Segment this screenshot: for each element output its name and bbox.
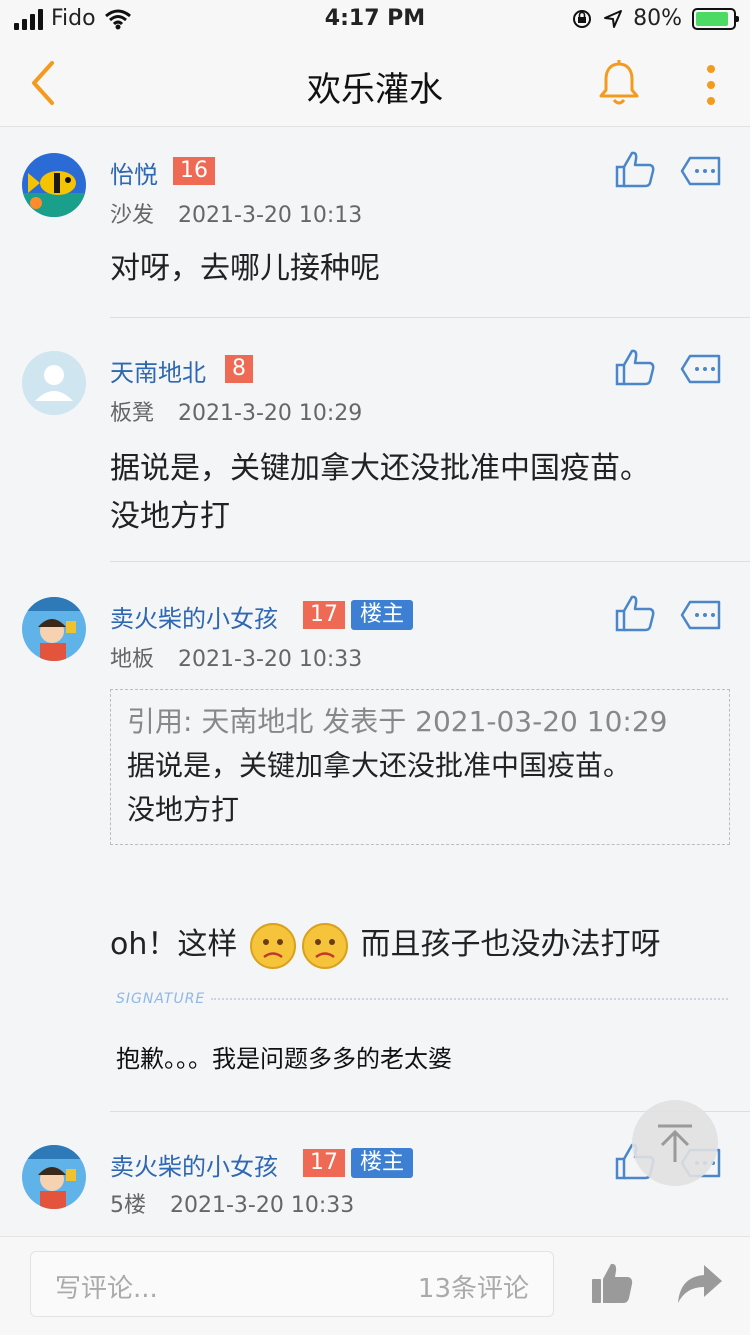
comment-text-part: 而且孩子也没办法打呀 xyxy=(360,927,661,962)
bottom-bar: 写评论... 13条评论 xyxy=(0,1236,750,1335)
reply-comment-icon[interactable] xyxy=(680,155,722,187)
timestamp: 2021-3-20 10:29 xyxy=(178,401,363,426)
comment-meta: 地板 2021-3-20 10:33 xyxy=(110,641,362,673)
level-badge: 8 xyxy=(225,355,253,383)
bell-icon[interactable] xyxy=(596,58,642,108)
avatar[interactable] xyxy=(22,153,86,217)
level-badge: 17 xyxy=(303,601,345,629)
battery-icon xyxy=(692,7,739,30)
owner-badge: 楼主 xyxy=(351,600,414,630)
arrow-up-icon xyxy=(658,1124,692,1162)
username[interactable]: 卖火柴的小女孩 xyxy=(110,599,278,634)
comment-meta: 板凳 2021-3-20 10:29 xyxy=(110,395,362,427)
quote-line: 没地方打 xyxy=(127,793,240,826)
username[interactable]: 怡悦 xyxy=(110,155,158,190)
comment-line: 据说是，关键加拿大还没批准中国疫苗。 xyxy=(110,451,650,486)
reply-comment-icon[interactable] xyxy=(680,353,722,385)
thumbs-up-icon[interactable] xyxy=(614,149,656,189)
sad-face-emoji-icon xyxy=(249,922,296,969)
floor-label: 沙发 xyxy=(110,203,155,228)
username[interactable]: 天南地北 xyxy=(110,353,206,388)
timestamp: 2021-3-20 10:13 xyxy=(178,203,363,228)
back-to-top-button[interactable] xyxy=(632,1100,718,1186)
avatar[interactable] xyxy=(22,597,86,661)
quote-line: 据说是，关键加拿大还没批准中国疫苗。 xyxy=(127,749,632,782)
timestamp: 2021-3-20 10:33 xyxy=(178,647,363,672)
divider xyxy=(110,561,750,562)
quote-header: 引用: 天南地北 发表于 2021-03-20 10:29 xyxy=(127,705,668,738)
comment-line: 没地方打 xyxy=(110,499,230,534)
comment-input[interactable]: 写评论... 13条评论 xyxy=(30,1251,554,1317)
floor-label: 板凳 xyxy=(110,401,155,426)
thumbs-up-icon[interactable] xyxy=(590,1261,634,1305)
signature-label: SIGNATURE xyxy=(116,991,206,1007)
avatar[interactable] xyxy=(22,351,86,415)
avatar[interactable] xyxy=(22,1145,86,1209)
comment-text: 对呀，去哪儿接种呢 xyxy=(110,251,380,286)
reply-comment-icon[interactable] xyxy=(680,599,722,631)
battery-percent: 80% xyxy=(633,6,682,31)
comment-text-part: oh！这样 xyxy=(110,927,238,962)
comment-meta: 沙发 2021-3-20 10:13 xyxy=(110,197,362,229)
comment-text: oh！这样 而且孩子也没办法打呀 xyxy=(110,921,730,970)
owner-badge: 楼主 xyxy=(351,1148,414,1178)
comment-meta: 5楼 2021-3-20 10:33 xyxy=(110,1187,354,1219)
signature-divider: SIGNATURE xyxy=(116,991,728,1007)
quote-block: 引用: 天南地北 发表于 2021-03-20 10:29 据说是，关键加拿大还… xyxy=(110,689,730,845)
more-vertical-icon[interactable] xyxy=(696,62,726,108)
comment-placeholder: 写评论... xyxy=(55,1274,158,1304)
username[interactable]: 卖火柴的小女孩 xyxy=(110,1147,278,1182)
orientation-lock-icon xyxy=(573,9,592,28)
floor-label: 地板 xyxy=(110,647,155,672)
floor-label: 5楼 xyxy=(110,1193,146,1218)
level-badge: 17 xyxy=(303,1149,345,1177)
comment-count[interactable]: 13条评论 xyxy=(418,1268,529,1305)
timestamp: 2021-3-20 10:33 xyxy=(170,1193,355,1218)
nav-bar: 欢乐灌水 xyxy=(0,40,750,127)
sad-face-emoji-icon xyxy=(301,922,348,969)
thumbs-up-icon[interactable] xyxy=(614,593,656,633)
level-badge: 16 xyxy=(173,157,215,185)
status-bar: Fido 4:17 PM 80% xyxy=(0,0,750,40)
comment-text: 据说是，关键加拿大还没批准中国疫苗。 没地方打 xyxy=(110,445,730,541)
location-icon xyxy=(604,9,623,28)
signature-text: 抱歉。。。我是问题多多的老太婆 xyxy=(116,1045,452,1073)
thumbs-up-icon[interactable] xyxy=(614,347,656,387)
divider xyxy=(110,317,750,318)
share-arrow-icon[interactable] xyxy=(676,1263,724,1305)
signature-line xyxy=(211,998,728,1000)
